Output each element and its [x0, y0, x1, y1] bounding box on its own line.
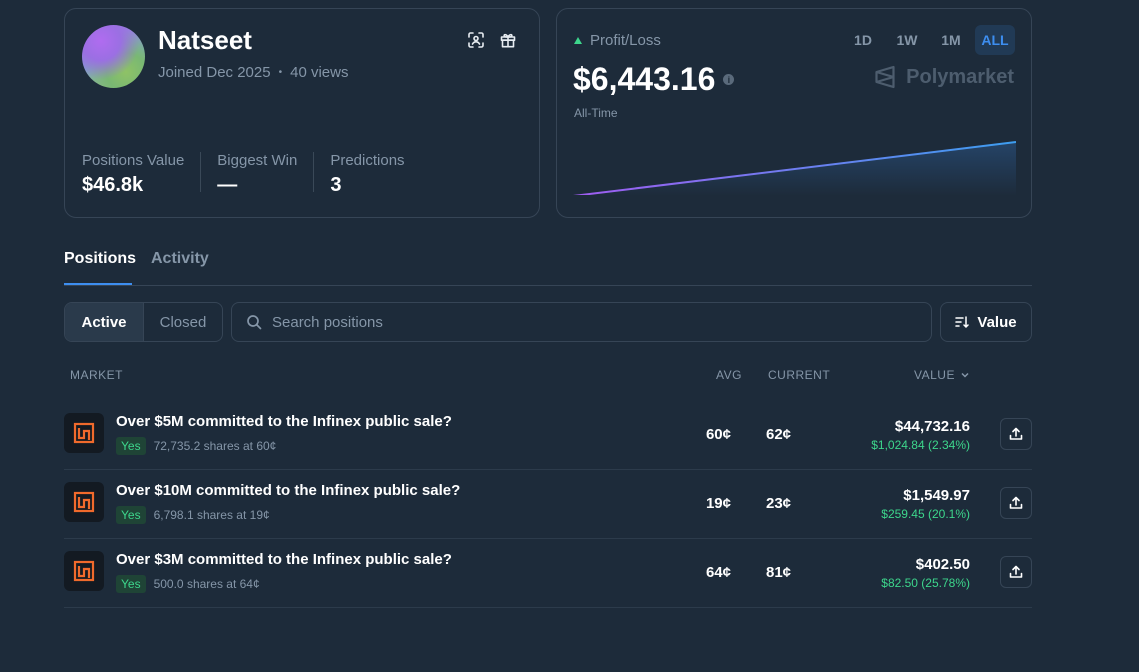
pnl-label-text: Profit/Loss — [590, 32, 661, 49]
current-price: 23¢ — [766, 495, 792, 512]
view-count: 40 views — [290, 64, 349, 81]
header-market: MARKET — [70, 368, 124, 382]
stat-label: Positions Value — [82, 152, 185, 169]
market-title[interactable]: Over $5M committed to the Infinex public… — [116, 413, 452, 430]
infinex-logo-icon — [64, 482, 104, 522]
range-1m[interactable]: 1M — [931, 25, 971, 55]
stat-positions-value: Positions Value $46.8k — [82, 152, 202, 196]
brand-name: Polymarket — [906, 65, 1014, 88]
pnl-value: $6,443.16 i — [573, 61, 735, 98]
avg-price: 60¢ — [705, 426, 731, 443]
polymarket-logo-icon — [875, 65, 895, 89]
stat-label: Biggest Win — [217, 152, 298, 169]
current-price: 81¢ — [766, 564, 792, 581]
share-button[interactable] — [1000, 418, 1032, 450]
share-icon — [1009, 496, 1023, 509]
header-value-label: VALUE — [914, 368, 955, 382]
stat-value: $46.8k — [82, 174, 144, 196]
up-arrow-icon — [574, 37, 582, 44]
value-amount: $402.50 — [915, 556, 970, 573]
sort-icon — [955, 316, 970, 329]
header-avg: AVG — [716, 368, 742, 382]
status-filter: Active Closed — [64, 302, 223, 342]
avg-price: 19¢ — [705, 495, 731, 512]
infinex-logo-icon — [64, 551, 104, 591]
pnl-chart — [573, 141, 1016, 195]
value-pnl: $1,024.84 (2.34%) — [871, 438, 970, 452]
table-row[interactable]: Over $5M committed to the Infinex public… — [64, 401, 1032, 470]
pnl-card: Profit/Loss $6,443.16 i All-Time 1D 1W 1… — [556, 8, 1032, 218]
filter-active-button[interactable]: Active — [65, 303, 144, 341]
outcome-badge: Yes — [116, 506, 146, 524]
username: Natseet — [158, 25, 252, 55]
range-1d[interactable]: 1D — [843, 25, 883, 55]
position-value: $44,732.16 $1,024.84 (2.34%) — [871, 418, 970, 452]
share-icon — [1009, 565, 1023, 578]
table-row[interactable]: Over $10M committed to the Infinex publi… — [64, 470, 1032, 539]
shares-text: 500.0 shares at 64¢ — [153, 577, 260, 591]
current-price: 62¢ — [766, 426, 792, 443]
position-value: $402.50 $82.50 (25.78%) — [881, 556, 970, 590]
stat-value: 3 — [330, 174, 342, 196]
search-icon — [247, 315, 262, 330]
range-all[interactable]: ALL — [975, 25, 1015, 55]
tab-positions[interactable]: Positions — [64, 250, 136, 268]
outcome-badge: Yes — [116, 575, 146, 593]
pnl-label: Profit/Loss — [574, 32, 661, 49]
avg-price: 64¢ — [705, 564, 731, 581]
search-box — [231, 302, 932, 342]
market-title[interactable]: Over $3M committed to the Infinex public… — [116, 551, 452, 568]
shares-text: 72,735.2 shares at 60¢ — [153, 439, 277, 453]
range-1w[interactable]: 1W — [887, 25, 927, 55]
header-current: CURRENT — [768, 368, 831, 382]
position-details: Yes 72,735.2 shares at 60¢ — [116, 437, 276, 455]
value-amount: $44,732.16 — [894, 418, 970, 435]
info-icon[interactable]: i — [723, 74, 735, 85]
stat-value: — — [217, 174, 238, 196]
polymarket-brand: Polymarket — [874, 65, 1014, 89]
position-value: $1,549.97 $259.45 (20.1%) — [881, 487, 970, 521]
value-pnl: $82.50 (25.78%) — [881, 576, 970, 590]
profile-card: Natseet Joined Dec 2025 • 40 views Posit… — [64, 8, 540, 218]
sort-label: Value — [977, 313, 1017, 331]
value-pnl: $259.45 (20.1%) — [881, 507, 970, 521]
sort-button[interactable]: Value — [940, 302, 1032, 342]
table-row[interactable]: Over $3M committed to the Infinex public… — [64, 539, 1032, 608]
filter-closed-button[interactable]: Closed — [144, 303, 222, 341]
share-button[interactable] — [1000, 556, 1032, 588]
range-selector: 1D 1W 1M ALL — [843, 25, 1015, 55]
active-tab-indicator — [64, 283, 132, 285]
avatar — [82, 25, 145, 88]
tab-activity[interactable]: Activity — [151, 250, 209, 268]
scan-icon[interactable] — [467, 31, 485, 49]
profile-meta: Joined Dec 2025 • 40 views — [158, 64, 348, 81]
outcome-badge: Yes — [116, 437, 146, 455]
stat-biggest-win: Biggest Win — — [217, 152, 315, 196]
value-amount: $1,549.97 — [903, 487, 970, 504]
search-input[interactable] — [272, 313, 872, 331]
chevron-down-icon — [961, 372, 969, 378]
shares-text: 6,798.1 shares at 19¢ — [153, 508, 270, 522]
share-icon — [1009, 427, 1023, 440]
profile-stats: Positions Value $46.8k Biggest Win — Pre… — [82, 152, 437, 196]
pnl-period: All-Time — [574, 106, 618, 120]
pnl-amount: $6,443.16 — [573, 61, 716, 97]
position-details: Yes 500.0 shares at 64¢ — [116, 575, 260, 593]
stat-predictions: Predictions 3 — [330, 152, 420, 196]
infinex-logo-icon — [64, 413, 104, 453]
meta-separator: • — [278, 67, 283, 78]
joined-date: Joined Dec 2025 — [158, 64, 271, 81]
gift-icon[interactable] — [499, 31, 517, 49]
position-details: Yes 6,798.1 shares at 19¢ — [116, 506, 270, 524]
stat-label: Predictions — [330, 152, 405, 169]
market-title[interactable]: Over $10M committed to the Infinex publi… — [116, 482, 460, 499]
tab-bar: Positions Activity — [64, 240, 1032, 286]
share-button[interactable] — [1000, 487, 1032, 519]
header-value[interactable]: VALUE — [914, 368, 970, 382]
